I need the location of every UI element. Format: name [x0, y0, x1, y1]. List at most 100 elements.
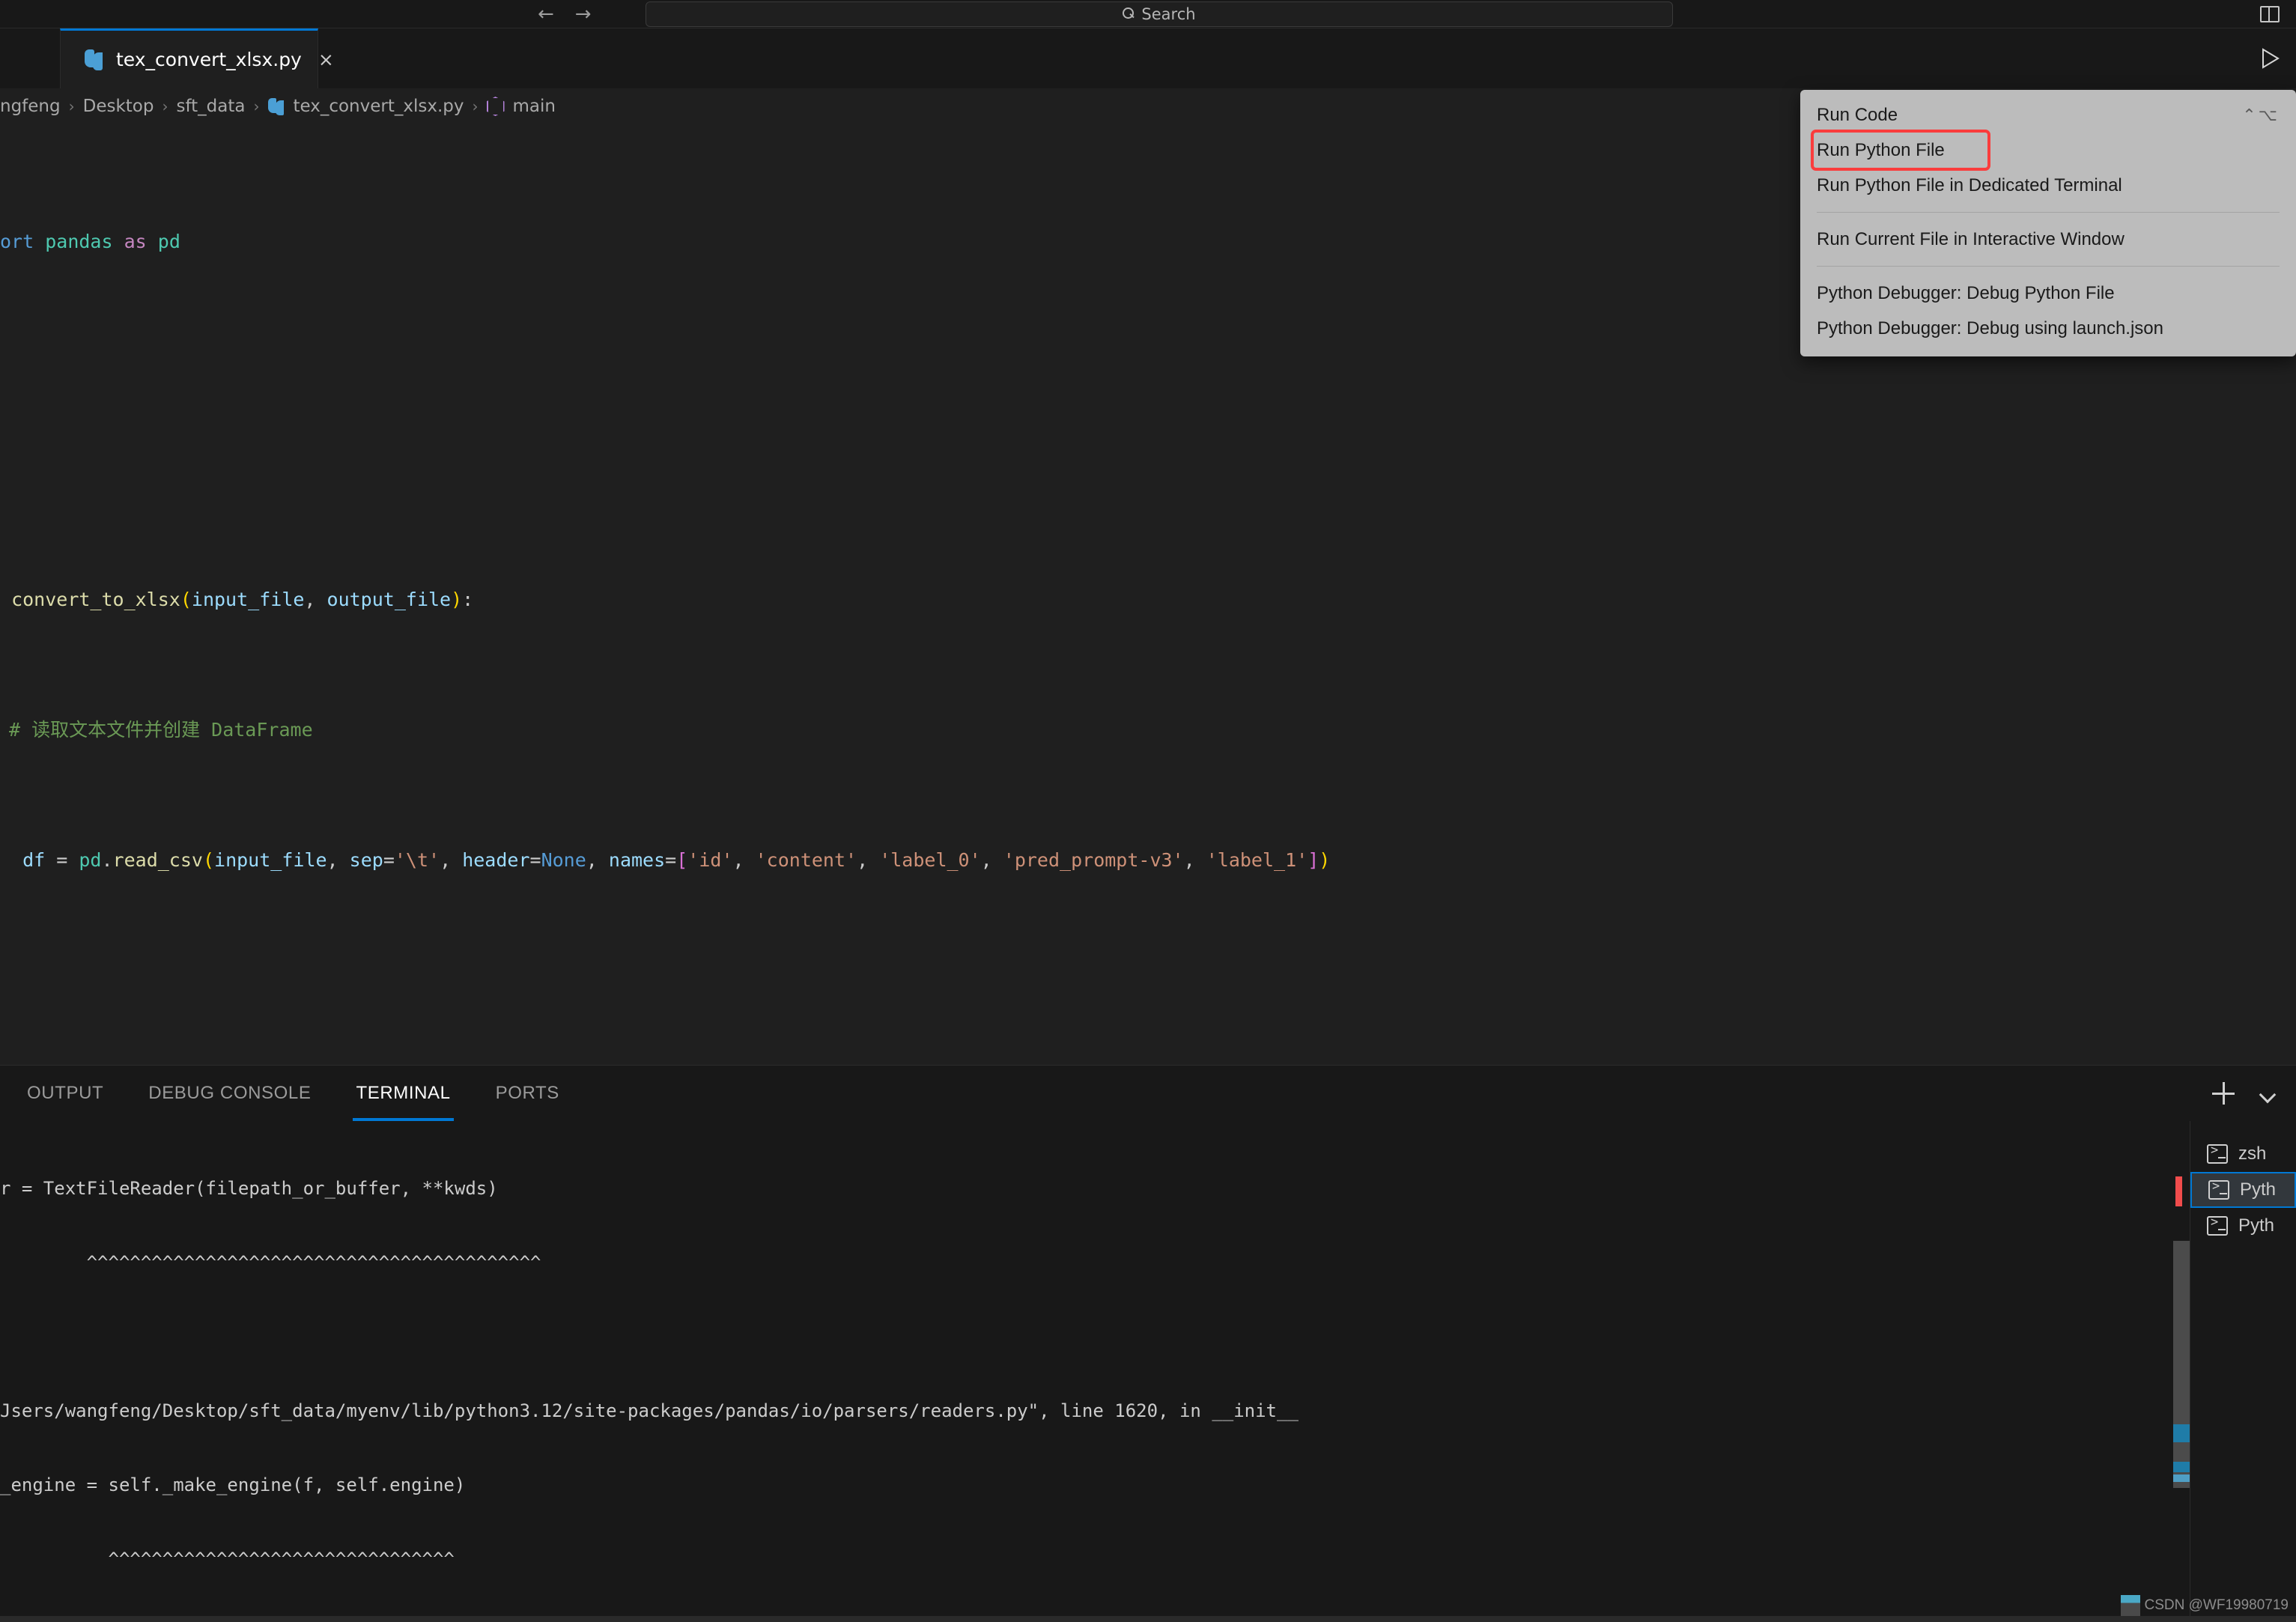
- status-bar-strip: [0, 1616, 2296, 1622]
- terminal-tab-list: zsh Pyth Pyth: [2175, 1121, 2296, 1622]
- menu-item-debug-python-file[interactable]: Python Debugger: Debug Python File: [1800, 276, 2296, 311]
- tab-debug-console[interactable]: DEBUG CONSOLE: [148, 1066, 311, 1121]
- tok-name-4: 'pred_prompt-v3': [1003, 849, 1184, 871]
- menu-item-run-python-file[interactable]: Run Python File: [1811, 130, 1990, 171]
- panel-tab-bar: OUTPUT DEBUG CONSOLE TERMINAL PORTS: [0, 1066, 2296, 1121]
- menu-separator: [1817, 266, 2280, 267]
- menu-item-label: Run Python File: [1817, 139, 1945, 160]
- python-file-icon: [83, 49, 104, 70]
- arrow-right-icon[interactable]: →: [575, 4, 592, 24]
- panel-tab-label: OUTPUT: [27, 1083, 104, 1103]
- tok-import: ort: [0, 230, 46, 252]
- breadcrumb-item-symbol-main[interactable]: main: [513, 97, 556, 116]
- breadcrumb-item-file[interactable]: tex_convert_xlsx.py: [293, 97, 464, 116]
- python-file-icon: [267, 97, 285, 115]
- tok-read-csv: read_csv: [112, 849, 203, 871]
- tok-arg-output: output_file: [327, 589, 452, 610]
- tab-terminal[interactable]: TERMINAL: [353, 1066, 454, 1121]
- tok-name-5: 'label_1': [1206, 849, 1308, 871]
- close-icon[interactable]: ×: [318, 49, 334, 70]
- menu-item-run-python-dedicated-terminal[interactable]: Run Python File in Dedicated Terminal: [1800, 168, 2296, 203]
- terminal-icon: [2207, 1143, 2228, 1164]
- tab-output[interactable]: OUTPUT: [27, 1066, 103, 1121]
- menu-item-shortcut: ⌃⌥: [2242, 105, 2280, 124]
- watermark-text: CSDN @WF19980719: [2144, 1597, 2289, 1613]
- editor-layout-icon[interactable]: [2260, 5, 2280, 22]
- code-line-4: convert_to_xlsx(input_file, output_file)…: [11, 589, 474, 610]
- tok-sep-val: '\t': [394, 849, 440, 871]
- tok-sep-kw: sep: [349, 849, 383, 871]
- menu-item-label: Run Current File in Interactive Window: [1817, 228, 2125, 249]
- tok-fn-convert: convert_to_xlsx: [11, 589, 180, 610]
- breadcrumb-separator: ›: [162, 97, 168, 115]
- symbol-function-icon: [486, 97, 505, 116]
- search-icon: [1123, 7, 1135, 20]
- terminal-line: r = TextFileReader(filepath_or_buffer, *…: [0, 1178, 498, 1199]
- panel-tab-label: TERMINAL: [356, 1083, 451, 1103]
- tok-name-2: 'content': [755, 849, 857, 871]
- tok-pandas: pandas: [45, 230, 113, 252]
- navigation-arrows: ← →: [538, 4, 592, 24]
- breadcrumb-separator: ›: [472, 97, 479, 115]
- title-bar: ← → Search: [0, 0, 2296, 28]
- tok-input-arg: input_file: [214, 849, 327, 871]
- csdn-logo-icon: [2120, 1595, 2140, 1616]
- tok-name-1: 'id': [687, 849, 733, 871]
- tok-pd: pd: [157, 230, 180, 252]
- terminal-line: _engine = self._make_engine(f, self.engi…: [0, 1474, 466, 1495]
- code-line-5: # 读取文本文件并创建 DataFrame: [0, 714, 2296, 747]
- tok-names-kw: names: [608, 849, 666, 871]
- play-icon: [2262, 48, 2280, 69]
- terminal-line: ^^^^^^^^^^^^^^^^^^^^^^^^^^^^^^^^: [0, 1549, 455, 1570]
- menu-item-label: Python Debugger: Debug using launch.json: [1817, 318, 2163, 338]
- terminal-icon: [2208, 1179, 2229, 1200]
- run-options-menu[interactable]: Run Code ⌃⌥ Run Python File Run Python F…: [1800, 90, 2296, 356]
- menu-item-label: Run Code: [1817, 104, 1898, 125]
- plus-icon[interactable]: [2212, 1082, 2235, 1105]
- tab-label: tex_convert_xlsx.py: [116, 49, 302, 70]
- breadcrumb-item-user[interactable]: ngfeng: [0, 97, 61, 116]
- breadcrumb-item-sft-data[interactable]: sft_data: [176, 97, 245, 116]
- menu-item-label: Python Debugger: Debug Python File: [1817, 282, 2115, 303]
- terminal-list-item-python-2[interactable]: Pyth: [2190, 1208, 2296, 1244]
- terminal-list-label: Pyth: [2240, 1179, 2277, 1200]
- menu-item-debug-launch-json[interactable]: Python Debugger: Debug using launch.json: [1800, 311, 2296, 346]
- terminal-list-label: Pyth: [2238, 1215, 2275, 1236]
- arrow-left-icon[interactable]: ←: [538, 4, 554, 24]
- scrollbar-mark: [2173, 1474, 2190, 1482]
- search-input[interactable]: Search: [646, 1, 1673, 27]
- terminal-output[interactable]: r = TextFileReader(filepath_or_buffer, *…: [0, 1121, 2190, 1622]
- scrollbar-mark: [2173, 1462, 2190, 1472]
- tok-arg-input: input_file: [191, 589, 305, 610]
- bottom-panel: OUTPUT DEBUG CONSOLE TERMINAL PORTS r = …: [0, 1065, 2296, 1622]
- breadcrumb-separator: ›: [253, 97, 260, 115]
- terminal-line: ^^^^^^^^^^^^^^^^^^^^^^^^^^^^^^^^^^^^^^^^…: [0, 1252, 541, 1273]
- code-line-6: df = pd.read_csv(input_file, sep='\t', h…: [22, 849, 1331, 871]
- menu-item-run-interactive-window[interactable]: Run Current File in Interactive Window: [1800, 222, 2296, 257]
- breadcrumb-item-desktop[interactable]: Desktop: [83, 97, 154, 116]
- terminal-list-item-python-1[interactable]: Pyth: [2175, 1172, 2296, 1208]
- tok-none: None: [541, 849, 586, 871]
- panel-actions: [2212, 1066, 2277, 1121]
- panel-tab-label: PORTS: [495, 1083, 559, 1103]
- tok-pd-ref: pd: [79, 849, 102, 871]
- tok-df: df: [22, 849, 46, 871]
- scrollbar-thumb[interactable]: [2173, 1241, 2190, 1488]
- tab-ports[interactable]: PORTS: [496, 1066, 559, 1121]
- panel-tab-label: DEBUG CONSOLE: [148, 1083, 312, 1103]
- terminal-list-item-zsh[interactable]: zsh: [2190, 1136, 2296, 1172]
- run-file-button[interactable]: [2251, 40, 2290, 76]
- scrollbar-mark: [2173, 1424, 2190, 1442]
- editor-tab-bar: tex_convert_xlsx.py ×: [0, 28, 2296, 88]
- tok-comment-read: # 读取文本文件并创建 DataFrame: [9, 719, 313, 741]
- watermark: CSDN @WF19980719: [2120, 1595, 2289, 1616]
- tok-header-kw: header: [462, 849, 530, 871]
- menu-item-run-code[interactable]: Run Code ⌃⌥: [1800, 97, 2296, 133]
- terminal-icon: [2207, 1215, 2228, 1236]
- editor-tab-tex-convert-xlsx[interactable]: tex_convert_xlsx.py ×: [60, 28, 334, 88]
- terminal-list-label: zsh: [2238, 1143, 2267, 1164]
- chevron-down-icon[interactable]: [2260, 1089, 2277, 1098]
